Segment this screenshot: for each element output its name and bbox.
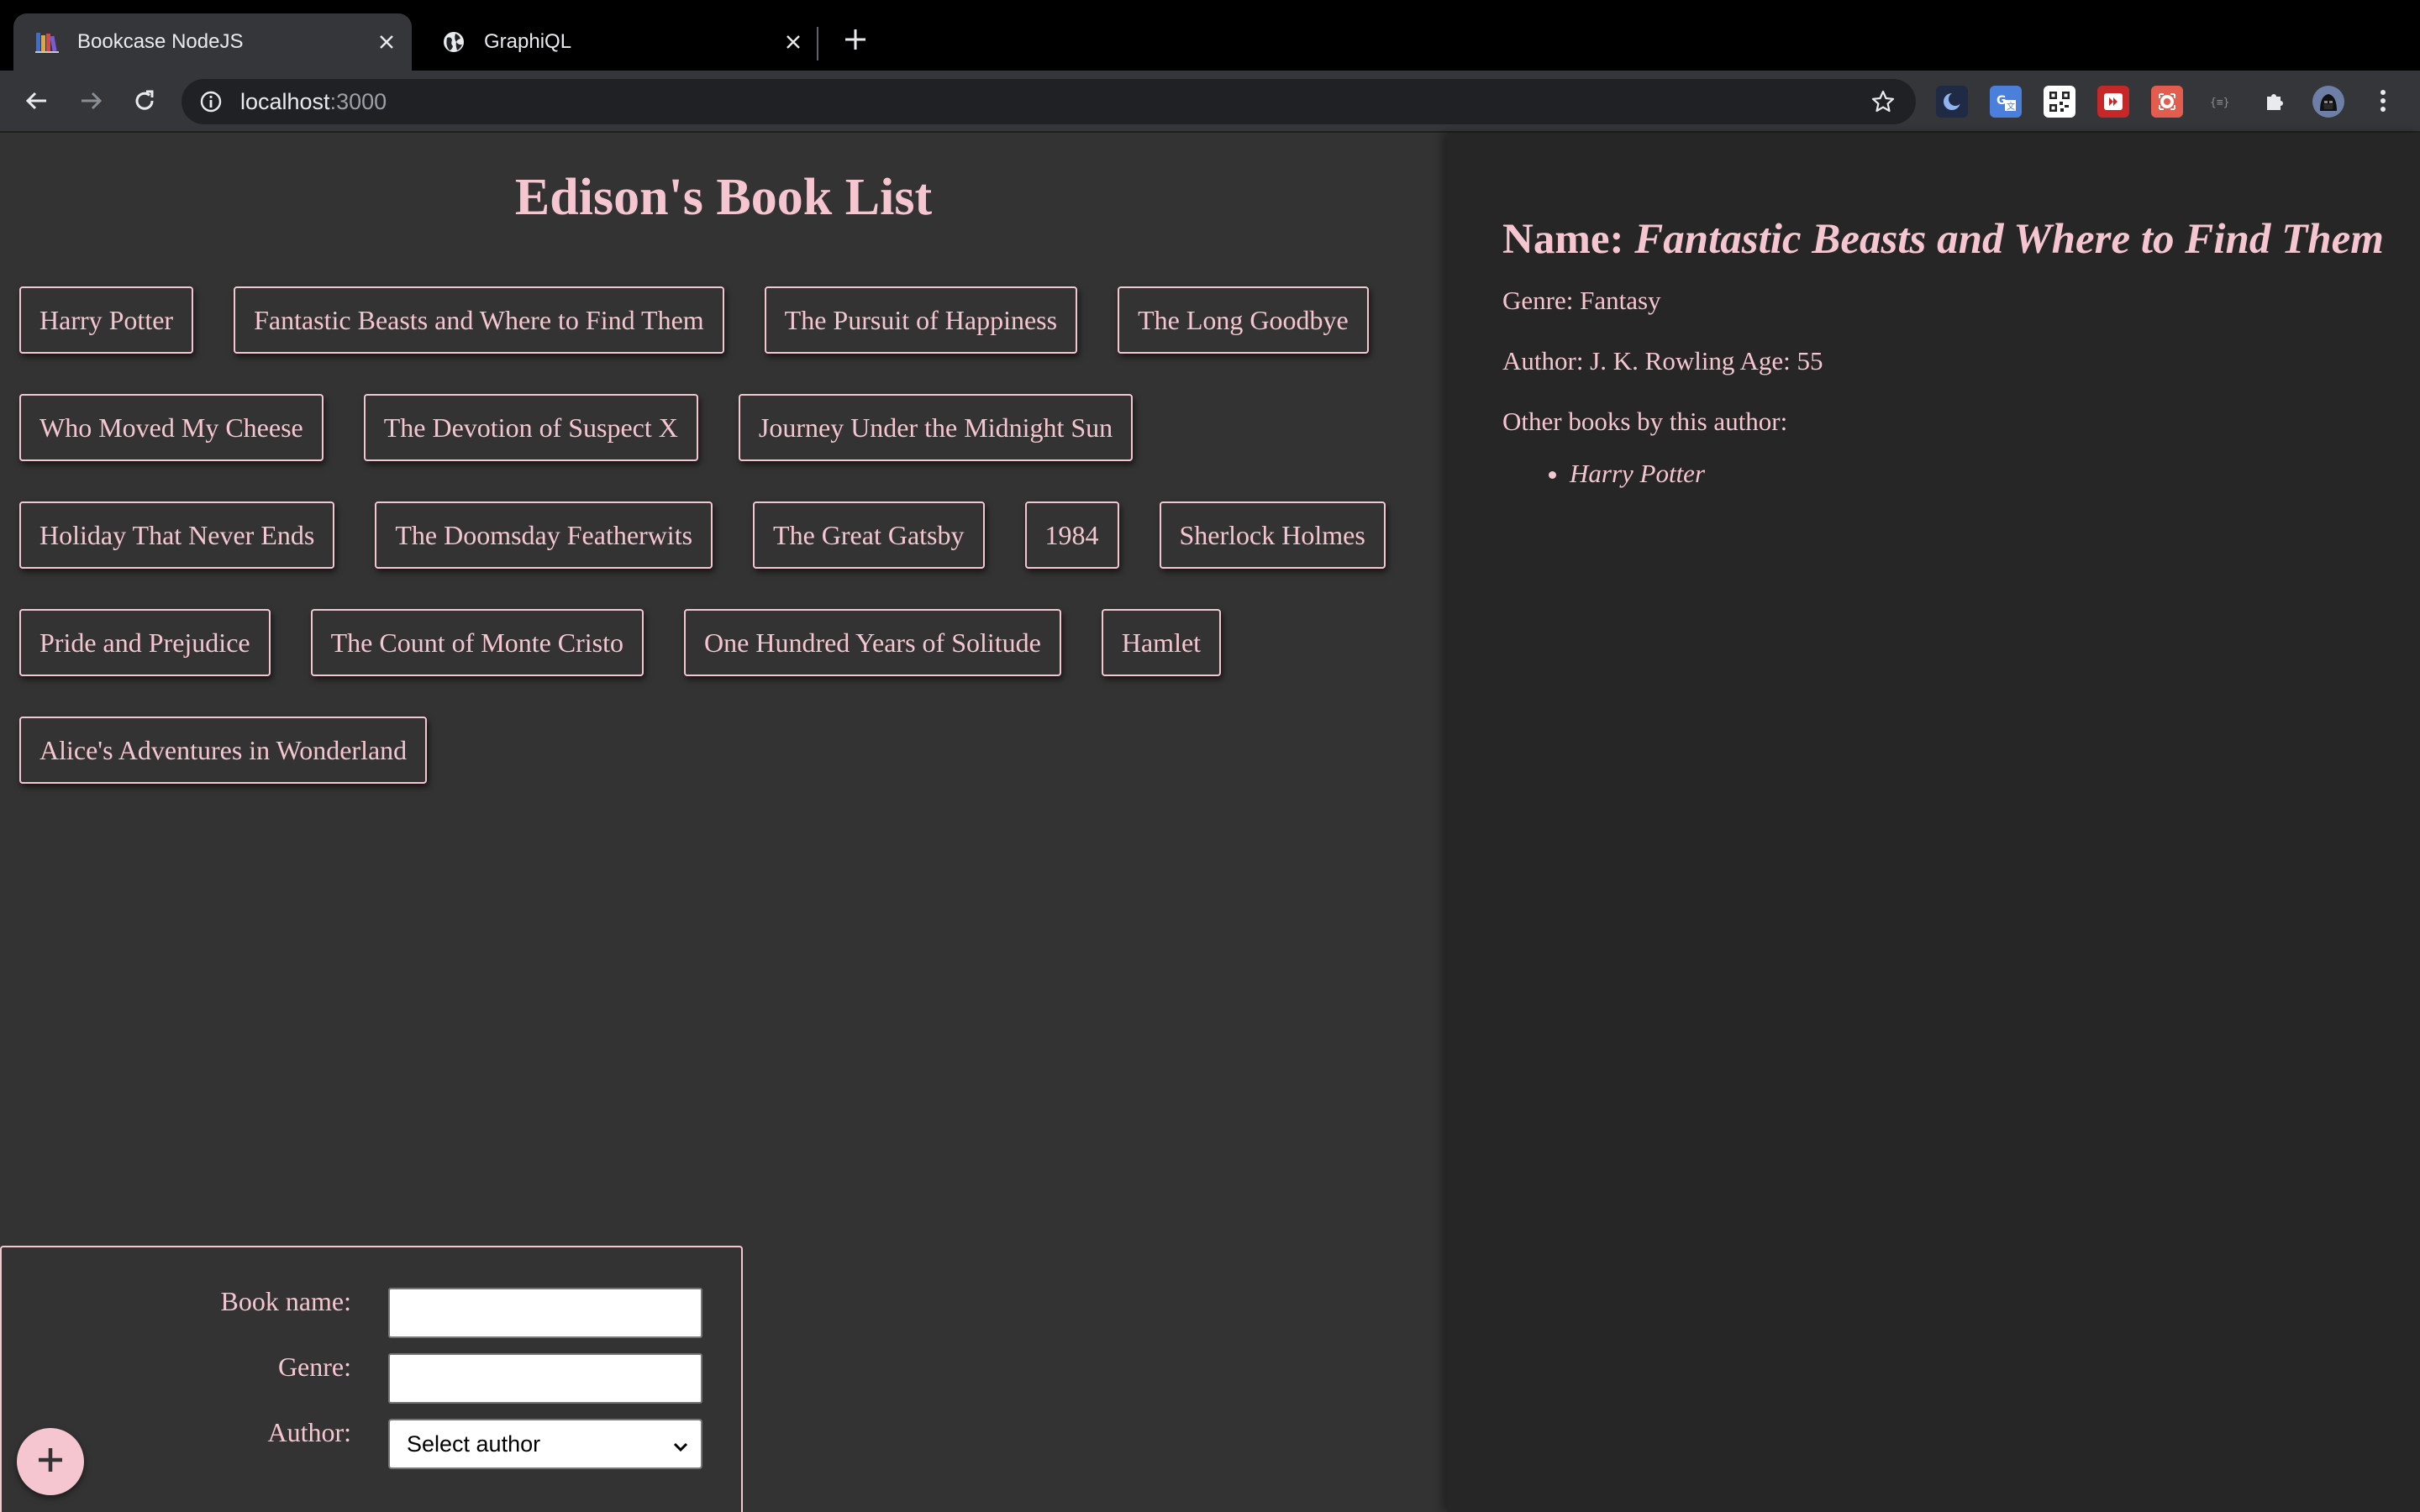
add-book-form: Book name: Genre: Author: Select author	[0, 1246, 743, 1512]
book-list: Harry Potter Fantastic Beasts and Where t…	[19, 286, 1414, 784]
book-item[interactable]: Journey Under the Midnight Sun	[738, 394, 1134, 461]
tab-bookcase[interactable]: Bookcase NodeJS	[13, 13, 412, 71]
book-details: Name: Fantastic Beasts and Where to Find…	[1502, 215, 2393, 489]
genre-input[interactable]	[388, 1353, 702, 1404]
bookmark-star-icon[interactable]	[1869, 87, 1897, 116]
browser-tab-bar: Bookcase NodeJS GraphiQL	[0, 0, 2420, 71]
profile-avatar[interactable]	[2312, 86, 2344, 118]
screenshot-extension-icon[interactable]	[2151, 86, 2183, 118]
translate-extension-icon[interactable]: G文	[1990, 86, 2022, 118]
plus-icon	[35, 1445, 66, 1479]
book-item[interactable]: The Long Goodbye	[1118, 286, 1369, 354]
page-content: Edison's Book List Harry Potter Fantastic…	[0, 133, 2420, 1512]
moon-extension-icon[interactable]	[1936, 86, 1968, 118]
browser-toolbar: localhost:3000 G文 {≡}	[0, 71, 2420, 133]
add-book-button[interactable]	[17, 1428, 84, 1495]
globe-favicon-icon	[440, 29, 467, 55]
details-author: Author: J. K. Rowling Age: 55	[1502, 346, 1823, 375]
details-heading: Name: Fantastic Beasts and Where to Find…	[1502, 215, 2393, 264]
book-name-input[interactable]	[388, 1288, 702, 1338]
book-item[interactable]: 1984	[1024, 501, 1119, 569]
page-title: Edison's Book List	[514, 169, 933, 226]
forward-arrow-icon[interactable]	[72, 82, 109, 119]
back-arrow-icon[interactable]	[18, 82, 55, 119]
chevron-down-icon	[672, 1436, 689, 1462]
close-tab-icon[interactable]	[780, 29, 807, 55]
other-books-list: Harry Potter	[1570, 459, 2393, 489]
details-name-label: Name:	[1502, 216, 1635, 263]
book-item[interactable]: Pride and Prejudice	[19, 609, 271, 676]
tab-title: GraphiQL	[484, 30, 572, 53]
author-select[interactable]: Select author	[388, 1419, 702, 1469]
book-item[interactable]: Fantastic Beasts and Where to Find Them	[234, 286, 724, 354]
books-favicon-icon	[34, 29, 60, 55]
json-extension-icon[interactable]: {≡}	[2205, 86, 2237, 118]
book-item[interactable]: The Count of Monte Cristo	[310, 609, 644, 676]
site-info-icon[interactable]	[197, 87, 225, 116]
kebab-menu-icon[interactable]	[2365, 82, 2402, 119]
other-book-item: Harry Potter	[1570, 459, 2393, 489]
details-genre: Genre: Fantasy	[1502, 286, 1661, 315]
book-item[interactable]: Holiday That Never Ends	[19, 501, 335, 569]
close-tab-icon[interactable]	[373, 29, 400, 55]
svg-text:G: G	[1996, 94, 2007, 108]
details-book-name: Fantastic Beasts and Where to Find Them	[1634, 216, 2384, 263]
tab-separator	[817, 27, 818, 60]
puzzle-icon[interactable]	[2259, 86, 2291, 118]
reload-icon[interactable]	[126, 82, 163, 119]
url-port: :3000	[329, 88, 387, 114]
qr-code-extension-icon[interactable]	[2044, 86, 2075, 118]
book-name-label: Book name:	[220, 1286, 351, 1316]
book-item[interactable]: Harry Potter	[19, 286, 194, 354]
tab-title: Bookcase NodeJS	[77, 30, 244, 53]
book-item[interactable]: Hamlet	[1101, 609, 1222, 676]
media-extension-icon[interactable]	[2097, 86, 2129, 118]
book-item[interactable]: The Great Gatsby	[753, 501, 985, 569]
svg-text:文: 文	[2007, 101, 2015, 112]
book-item[interactable]: The Pursuit of Happiness	[764, 286, 1078, 354]
book-item[interactable]: Sherlock Holmes	[1159, 501, 1386, 569]
svg-text:{≡}: {≡}	[2210, 97, 2229, 109]
url-host: localhost	[240, 88, 330, 114]
book-item[interactable]: One Hundred Years of Solitude	[684, 609, 1061, 676]
author-select-value: Select author	[407, 1431, 541, 1457]
details-other-books-label: Other books by this author:	[1502, 407, 1788, 436]
address-bar[interactable]: localhost:3000	[182, 79, 1916, 124]
tab-graphiql[interactable]: GraphiQL	[420, 13, 818, 71]
book-item[interactable]: Alice's Adventures in Wonderland	[19, 717, 428, 784]
new-tab-plus-icon[interactable]	[839, 25, 872, 59]
genre-label: Genre:	[277, 1352, 351, 1382]
book-item[interactable]: The Doomsday Featherwits	[375, 501, 713, 569]
author-label: Author:	[267, 1417, 351, 1447]
book-item[interactable]: Who Moved My Cheese	[19, 394, 324, 461]
book-item[interactable]: The Devotion of Suspect X	[363, 394, 698, 461]
